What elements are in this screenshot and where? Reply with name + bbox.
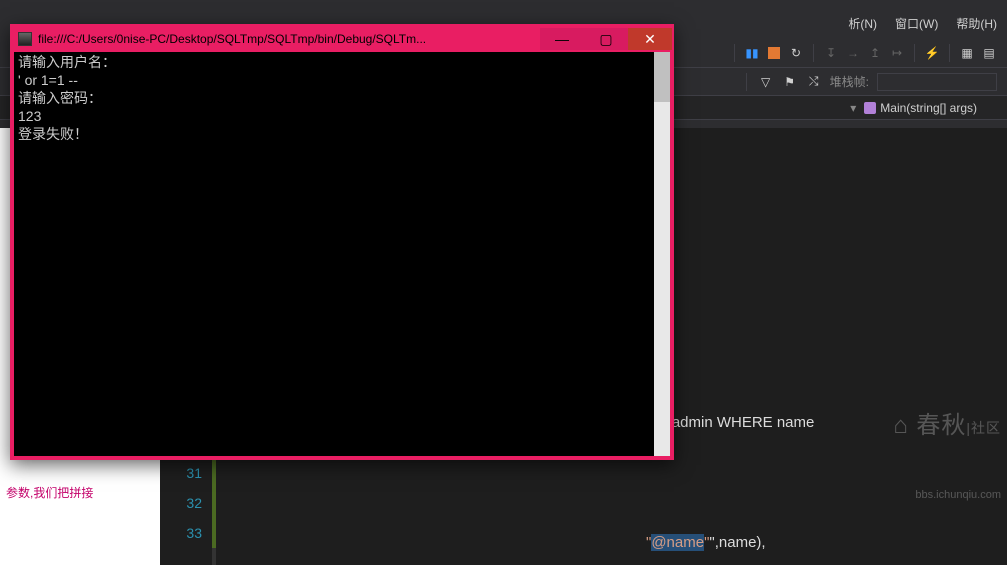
console-title: file:///C:/Users/0nise-PC/Desktop/SQLTmp… xyxy=(38,32,540,46)
filter-icon[interactable]: ▽ xyxy=(758,74,774,90)
threads-icon[interactable]: ⤭ xyxy=(806,74,822,90)
toolbar-separator xyxy=(914,44,915,62)
menu-window[interactable]: 窗口(W) xyxy=(895,15,938,32)
stackframe-dropdown[interactable] xyxy=(877,73,997,91)
toolbar-separator xyxy=(746,73,747,91)
restart-icon[interactable]: ↻ xyxy=(788,45,804,61)
minimize-button[interactable]: — xyxy=(540,28,584,50)
line-number: 31 xyxy=(160,458,202,488)
browser-tab-strip xyxy=(0,0,1007,8)
pause-icon[interactable]: ▮▮ xyxy=(744,45,760,61)
console-scrollbar[interactable] xyxy=(654,52,670,456)
step-into-icon[interactable]: ↧ xyxy=(823,45,839,61)
code-line: "@name"",name), xyxy=(216,528,1007,558)
method-dropdown[interactable]: Main(string[] args) xyxy=(864,101,977,115)
close-button[interactable]: ✕ xyxy=(628,28,672,50)
line-number: 32 xyxy=(160,488,202,518)
toolbar-separator xyxy=(734,44,735,62)
breadcrumb-dropdown-icon[interactable]: ▾ xyxy=(850,101,856,115)
step-over-icon[interactable]: → xyxy=(845,45,861,61)
method-icon xyxy=(864,102,876,114)
code-line xyxy=(216,468,1007,498)
panel-icon[interactable]: ▤ xyxy=(981,45,997,61)
console-output[interactable]: 请输入用户名： ' or 1=1 -- 请输入密码： 123 登录失败！ xyxy=(14,52,670,456)
window-controls: — ▢ ✕ xyxy=(540,28,672,50)
console-titlebar[interactable]: file:///C:/Users/0nise-PC/Desktop/SQLTmp… xyxy=(12,26,672,52)
watermark: ⌂ 春秋|社区 bbs.ichunqiu.com xyxy=(893,363,1001,549)
toolbar-separator xyxy=(949,44,950,62)
stop-icon[interactable] xyxy=(766,45,782,61)
line-number: 33 xyxy=(160,518,202,548)
step-icon[interactable]: ↦ xyxy=(889,45,905,61)
toolbar-separator xyxy=(813,44,814,62)
maximize-button[interactable]: ▢ xyxy=(584,28,628,50)
tool-icon[interactable]: ⚡ xyxy=(924,45,940,61)
left-panel-link[interactable]: 参数,我们把拼接 xyxy=(6,486,93,500)
menu-help[interactable]: 帮助(H) xyxy=(956,15,997,32)
scrollbar-thumb[interactable] xyxy=(654,52,670,102)
method-name: Main(string[] args) xyxy=(880,101,977,115)
step-out-icon[interactable]: ↥ xyxy=(867,45,883,61)
console-app-icon xyxy=(18,32,32,46)
stackframe-label: 堆栈帧: xyxy=(830,73,869,90)
menu-analyze[interactable]: 析(N) xyxy=(848,15,877,32)
console-window: file:///C:/Users/0nise-PC/Desktop/SQLTmp… xyxy=(10,24,674,460)
flag-icon[interactable]: ⚑ xyxy=(782,74,798,90)
layout-icon[interactable]: ▦ xyxy=(959,45,975,61)
